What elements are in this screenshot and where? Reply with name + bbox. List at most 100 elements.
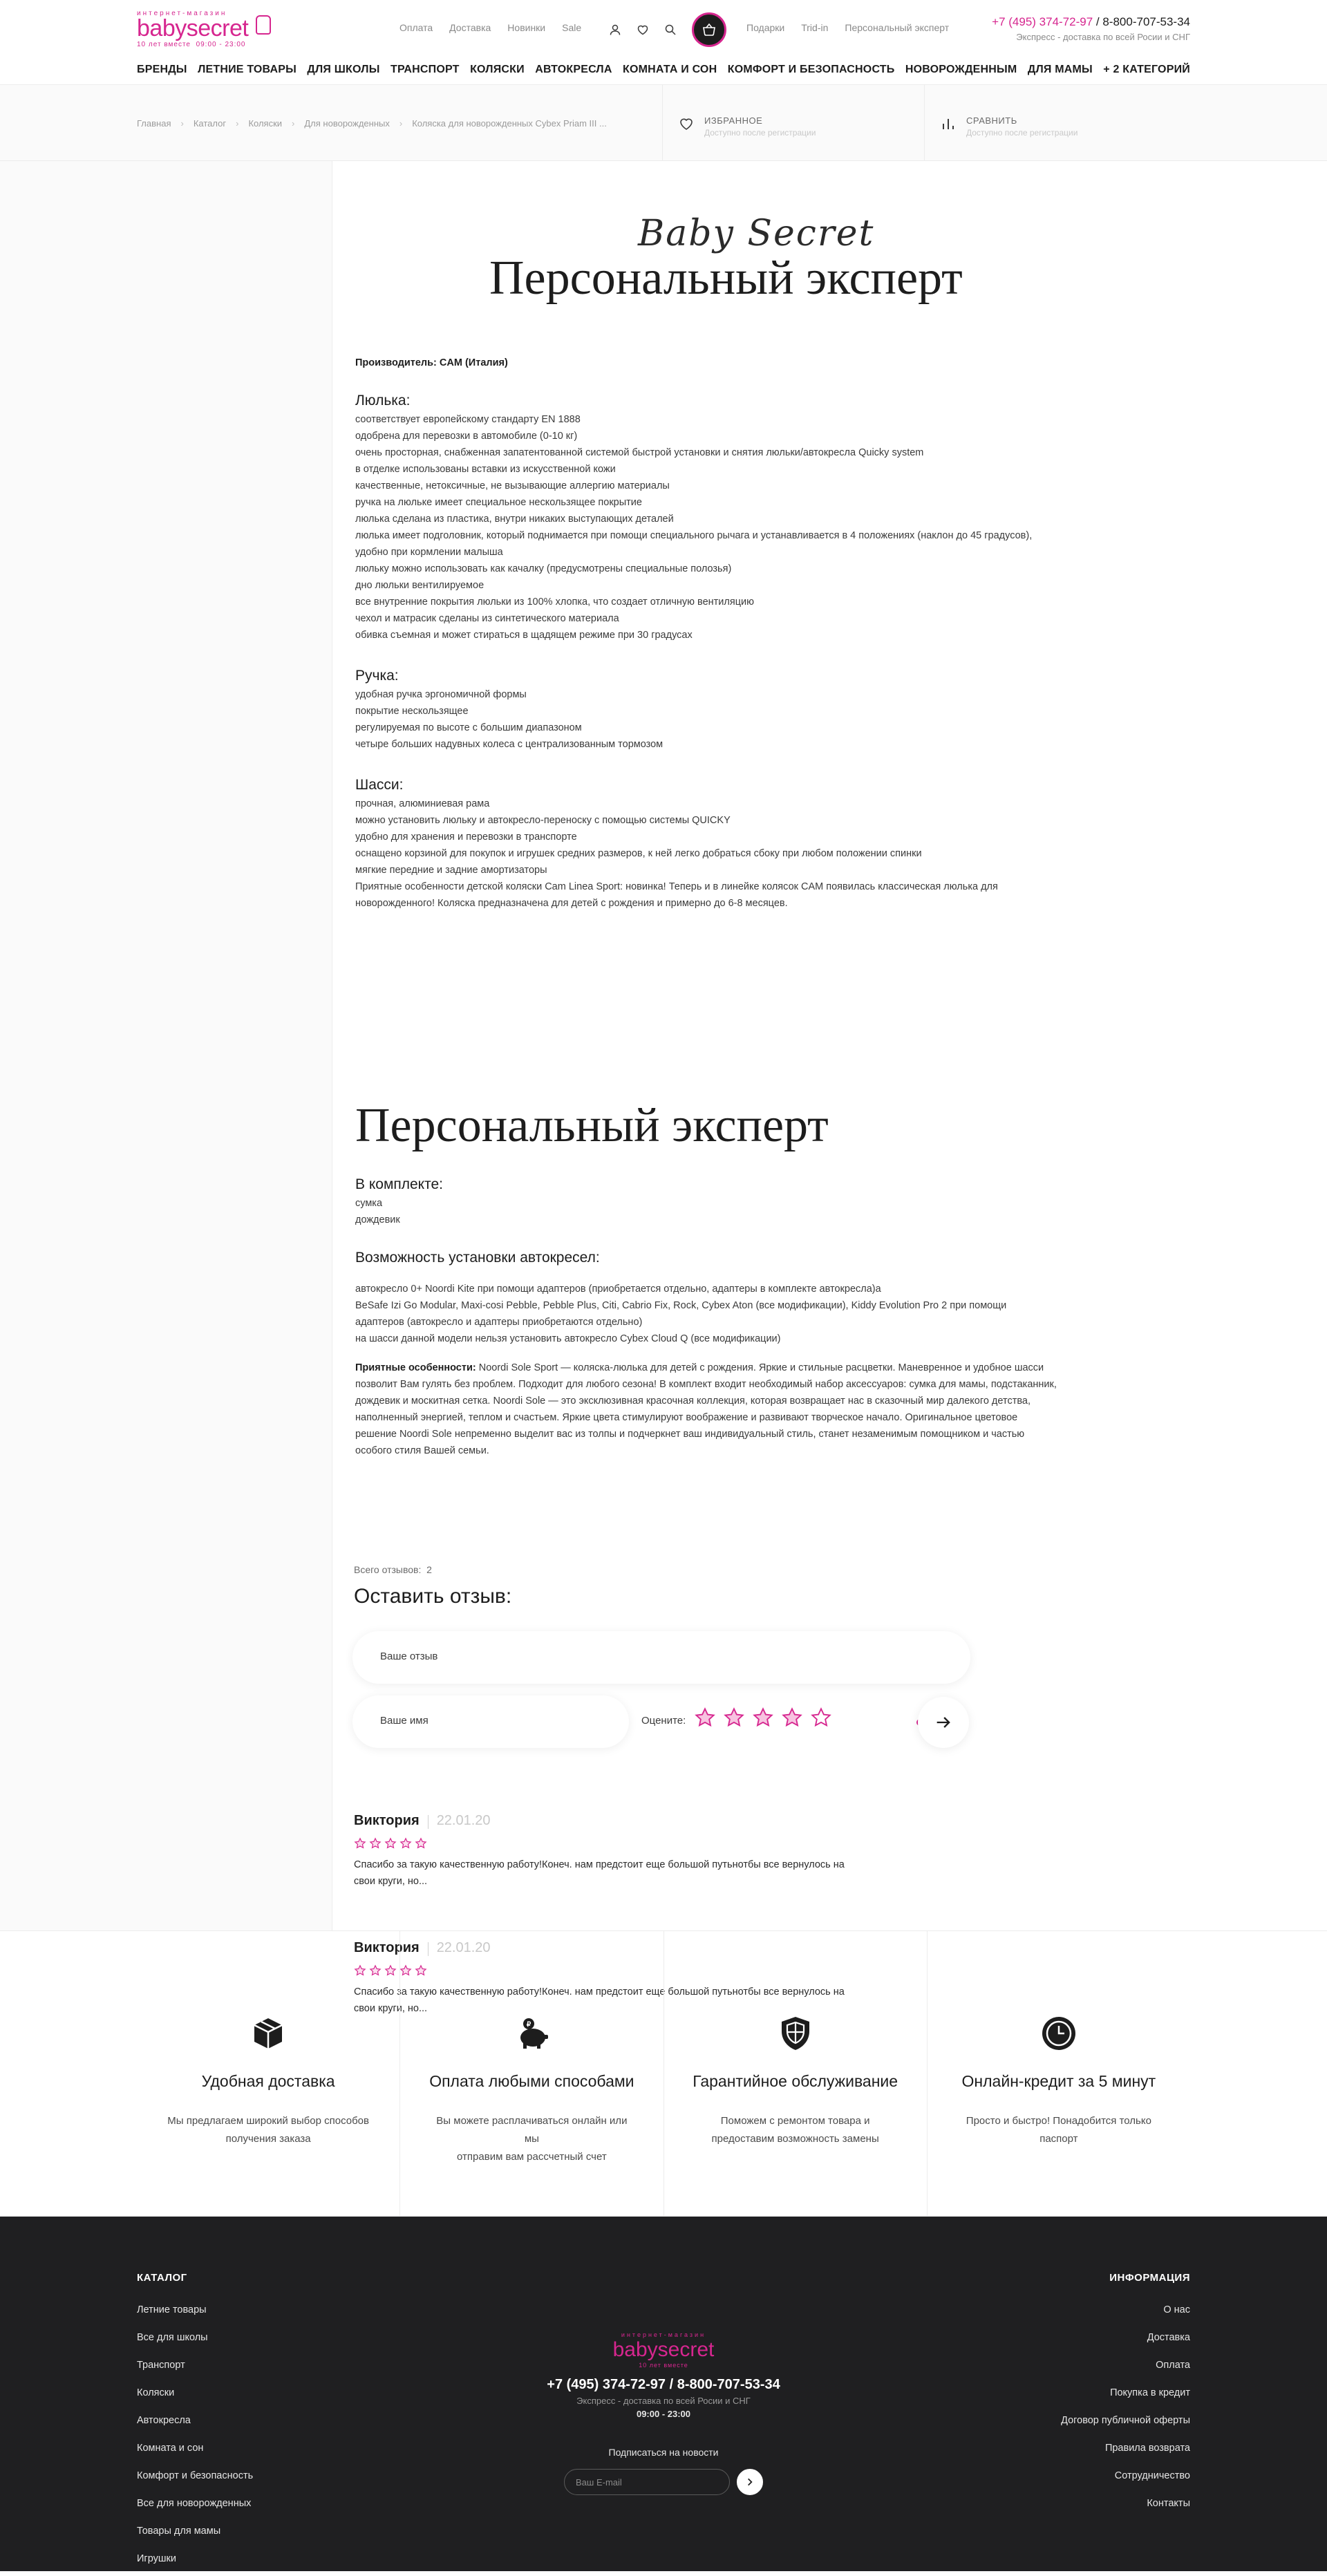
footer-delivery-note: Экспресс - доставка по всей Росии и СНГ <box>576 2396 751 2406</box>
footer-center: интернет-магазин babysecret 10 лет вмест… <box>491 2331 836 2495</box>
feature-title: Удобная доставка <box>201 2072 335 2090</box>
link-trade-in[interactable]: Trid-in <box>801 22 828 33</box>
nav-car-seats[interactable]: АВТОКРЕСЛА <box>535 64 612 76</box>
link-delivery[interactable]: Доставка <box>449 22 491 33</box>
footer-link[interactable]: Комната и сон <box>137 2434 253 2462</box>
desc-line: прочная, алюминиевая рама <box>355 798 490 809</box>
logo[interactable]: интернет-магазин babysecret 10 лет вмест… <box>137 10 296 48</box>
phone-tollfree[interactable]: 8-800-707-53-34 <box>1102 15 1190 28</box>
footer-link[interactable]: Товары для мамы <box>137 2517 253 2545</box>
nav-mom[interactable]: ДЛЯ МАМЫ <box>1028 64 1093 76</box>
footer-link[interactable]: Все для новорожденных <box>137 2490 253 2517</box>
footer-phone[interactable]: +7 (495) 374-72-97 / 8-800-707-53-34 <box>491 2377 836 2393</box>
arrow-right-icon <box>937 1717 950 1728</box>
svg-text:₽: ₽ <box>527 2021 531 2029</box>
rating-stars-input[interactable] <box>694 1707 832 1729</box>
footer: КАТАЛОГ Летние товары Все для школы Тран… <box>0 2217 1327 2571</box>
footer-link[interactable]: Транспорт <box>137 2351 253 2379</box>
footer-link[interactable]: Правила возврата <box>1061 2434 1190 2462</box>
link-expert[interactable]: Персональный эксперт <box>845 22 949 33</box>
top-links-right: Подарки Trid-in Персональный эксперт <box>746 22 949 33</box>
box-icon <box>254 2018 283 2049</box>
review-name-input[interactable]: Ваше имя <box>352 1695 629 1748</box>
nav-comfort[interactable]: КОМФОРТ И БЕЗОПАСНОСТЬ <box>728 64 895 76</box>
features-line: особого стиля Вашей семьи. <box>355 1445 489 1456</box>
kit-heading: В комплекте: <box>355 1176 444 1192</box>
review-author: Виктория <box>354 1813 420 1828</box>
nav-strollers[interactable]: КОЛЯСКИ <box>470 64 525 76</box>
search-icon[interactable] <box>664 23 677 36</box>
phone-moscow[interactable]: +7 (495) 374-72-97 <box>992 15 1093 28</box>
footer-link[interactable]: Доставка <box>1061 2324 1190 2351</box>
nav-school[interactable]: ДЛЯ ШКОЛЫ <box>307 64 379 76</box>
breadcrumb-chevron-icon: › <box>180 118 184 129</box>
clock-icon <box>1042 2017 1075 2050</box>
nav-newborn[interactable]: НОВОРОЖДЕННЫМ <box>905 64 1017 76</box>
nav-more-categories[interactable]: + 2 КАТЕГОРИЙ <box>1103 64 1190 76</box>
submit-review-button[interactable] <box>918 1697 969 1748</box>
review-form-title: Оставить отзыв: <box>354 1585 512 1608</box>
breadcrumb-strollers[interactable]: Коляски <box>248 118 282 129</box>
star-icon <box>369 1837 382 1849</box>
footer-link[interactable]: Игрушки <box>137 2545 253 2573</box>
email-input[interactable]: Ваш E-mail <box>564 2469 730 2495</box>
star-icon[interactable] <box>810 1707 832 1729</box>
main-nav: БРЕНДЫ ЛЕТНИЕ ТОВАРЫ ДЛЯ ШКОЛЫ ТРАНСПОРТ… <box>137 55 1190 84</box>
link-new[interactable]: Новинки <box>507 22 545 33</box>
subscribe-button[interactable] <box>737 2469 763 2495</box>
compare-box[interactable]: СРАВНИТЬ Доступно после регистрации <box>925 85 1190 161</box>
nav-brands[interactable]: БРЕНДЫ <box>137 64 187 76</box>
review-rating <box>354 1837 907 1850</box>
desc-line: покрытие нескользящее <box>355 706 469 717</box>
desc-line: чехол и матрасик сделаны из синтетическо… <box>355 613 619 624</box>
logo-name: babysecret <box>137 15 249 41</box>
star-icon[interactable] <box>694 1707 716 1729</box>
nav-summer[interactable]: ЛЕТНИЕ ТОВАРЫ <box>198 64 297 76</box>
link-payment[interactable]: Оплата <box>399 22 433 33</box>
footer-logo-subline: 10 лет вместе <box>639 2362 688 2369</box>
rate-label: Оцените: <box>641 1715 686 1727</box>
footer-link[interactable]: Коляски <box>137 2379 253 2407</box>
desc-line: одобрена для перевозки в автомобиле (0-1… <box>355 431 578 442</box>
breadcrumb-newborn[interactable]: Для новорожденных <box>304 118 389 129</box>
footer-link[interactable]: Все для школы <box>137 2324 253 2351</box>
footer-link[interactable]: Контакты <box>1061 2490 1190 2517</box>
star-icon <box>354 1837 366 1849</box>
footer-logo[interactable]: babysecret <box>491 2338 836 2362</box>
user-icon[interactable] <box>609 23 621 36</box>
favorites-box[interactable]: ИЗБРАННОЕ Доступно после регистрации <box>662 85 925 161</box>
footer-link[interactable]: Летние товары <box>137 2296 253 2324</box>
breadcrumb-home[interactable]: Главная <box>137 118 171 129</box>
footer-info: ИНФОРМАЦИЯ О нас Доставка Оплата Покупка… <box>1061 2272 1190 2517</box>
nav-room-sleep[interactable]: КОМНАТА И СОН <box>623 64 717 76</box>
feature-delivery: Удобная доставка Мы предлагаем широкий в… <box>137 1931 401 2217</box>
footer-link[interactable]: Договор публичной оферты <box>1061 2407 1190 2434</box>
link-gifts[interactable]: Подарки <box>746 22 784 33</box>
reviews-count: Всего отзывов: 2 <box>354 1564 432 1575</box>
footer-link[interactable]: Оплата <box>1061 2351 1190 2379</box>
footer-link[interactable]: Сотрудничество <box>1061 2462 1190 2490</box>
link-sale[interactable]: Sale <box>562 22 581 33</box>
features-line: наполненный энергией, теплом и счастьем.… <box>355 1412 1018 1423</box>
star-icon[interactable] <box>781 1707 803 1729</box>
star-icon[interactable] <box>723 1707 745 1729</box>
footer-link[interactable]: О нас <box>1061 2296 1190 2324</box>
star-icon[interactable] <box>752 1707 774 1729</box>
desc-line: все внутренние покрытия люльки из 100% х… <box>355 596 754 608</box>
seats-line: автокресло 0+ Noordi Kite при помощи ада… <box>355 1284 881 1295</box>
logo-baby-icon <box>256 15 271 35</box>
heart-icon[interactable] <box>637 23 649 36</box>
features-line: решение Noordi Sole непременно выделит в… <box>355 1429 1025 1440</box>
desc-line: люльку можно использовать как качалку (п… <box>355 563 732 574</box>
feature-warranty: Гарантийное обслуживание Поможем с ремон… <box>664 1931 928 2217</box>
footer-link[interactable]: Покупка в кредит <box>1061 2379 1190 2407</box>
review-text-input[interactable]: Ваше отзыв <box>352 1631 970 1684</box>
seats-heading: Возможность установки автокресел: <box>355 1250 600 1266</box>
favorites-title: ИЗБРАННОЕ <box>704 115 763 126</box>
seats-line: адаптеров (автокресло и адаптеры приобре… <box>355 1317 643 1328</box>
nav-transport[interactable]: ТРАНСПОРТ <box>390 64 460 76</box>
footer-link[interactable]: Комфорт и безопасность <box>137 2462 253 2490</box>
footer-link[interactable]: Автокресла <box>137 2407 253 2434</box>
breadcrumb-catalog[interactable]: Каталог <box>194 118 226 129</box>
cart-button[interactable] <box>692 12 726 47</box>
